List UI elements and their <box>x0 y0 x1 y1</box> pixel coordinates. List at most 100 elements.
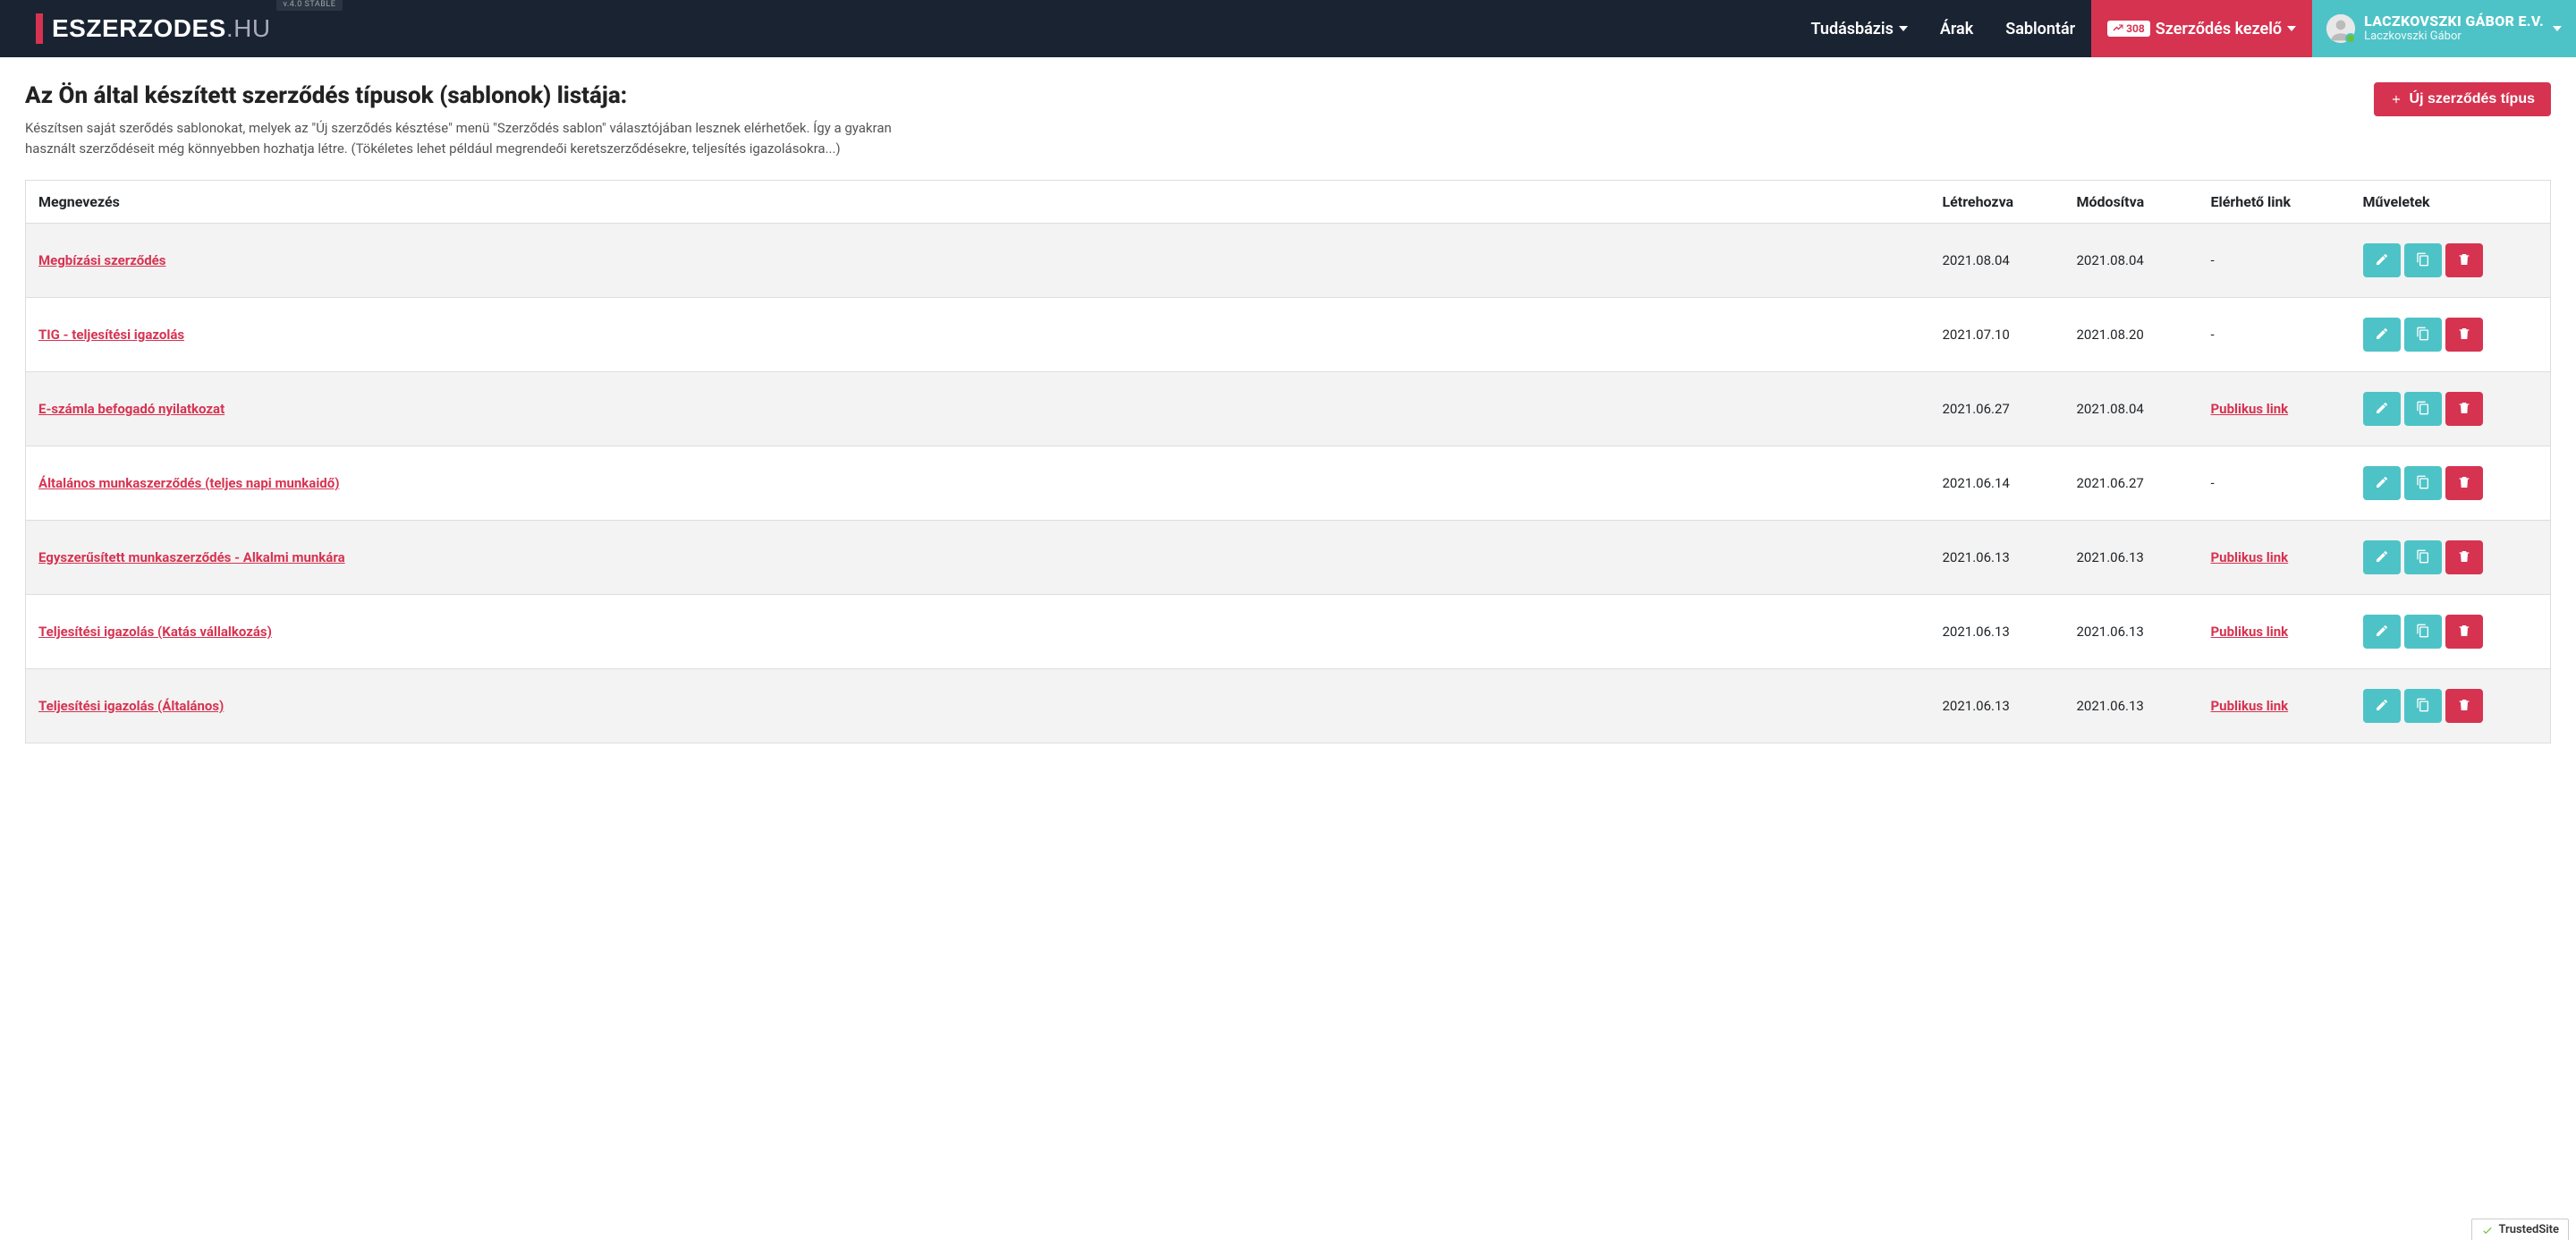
created-date: 2021.06.14 <box>1934 446 2068 521</box>
pencil-icon <box>2375 624 2389 641</box>
modified-date: 2021.08.04 <box>2068 372 2202 446</box>
contract-count-badge: 308 <box>2107 21 2150 37</box>
copy-button[interactable] <box>2404 615 2442 649</box>
template-name-link[interactable]: Teljesítési igazolás (Katás vállalkozás) <box>38 624 272 640</box>
modified-date: 2021.08.04 <box>2068 224 2202 298</box>
edit-button[interactable] <box>2363 466 2401 500</box>
edit-button[interactable] <box>2363 615 2401 649</box>
col-header-actions: Műveletek <box>2354 181 2551 224</box>
modified-date: 2021.08.20 <box>2068 298 2202 372</box>
edit-button[interactable] <box>2363 318 2401 352</box>
trash-icon <box>2457 624 2471 641</box>
chevron-down-icon <box>2553 26 2562 31</box>
nav-contract-manager[interactable]: 308 Szerződés kezelő <box>2091 0 2312 57</box>
trusted-label: TrustedSite <box>2498 1223 2559 1236</box>
edit-button[interactable] <box>2363 392 2401 426</box>
edit-button[interactable] <box>2363 540 2401 574</box>
col-header-link: Elérhető link <box>2202 181 2354 224</box>
chevron-down-icon <box>1899 26 1908 31</box>
col-header-modified: Módosítva <box>2068 181 2202 224</box>
logo-text: ESZERZODES.HU <box>52 14 271 43</box>
delete-button[interactable] <box>2445 466 2483 500</box>
trash-icon <box>2457 401 2471 418</box>
template-name-link[interactable]: Teljesítési igazolás (Általános) <box>38 698 224 714</box>
table-row: Egyszerűsített munkaszerződés - Alkalmi … <box>26 521 2551 595</box>
trusted-site-badge[interactable]: TrustedSite <box>2471 1219 2569 1240</box>
copy-icon <box>2416 252 2430 269</box>
template-name-link[interactable]: Általános munkaszerződés (teljes napi mu… <box>38 475 339 491</box>
trash-icon <box>2457 698 2471 715</box>
copy-icon <box>2416 624 2430 641</box>
template-name-link[interactable]: TIG - teljesítési igazolás <box>38 327 184 343</box>
new-contract-type-button[interactable]: Új szerződés típus <box>2374 82 2551 116</box>
nav-manager-label: Szerződés kezelő <box>2156 20 2282 38</box>
copy-button[interactable] <box>2404 392 2442 426</box>
delete-button[interactable] <box>2445 615 2483 649</box>
table-row: TIG - teljesítési igazolás 2021.07.10 20… <box>26 298 2551 372</box>
copy-button[interactable] <box>2404 243 2442 277</box>
page-title: Az Ön által készített szerződés típusok … <box>25 82 2352 109</box>
page-description: Készítsen saját szerődés sablonokat, mel… <box>25 118 937 158</box>
table-row: E-számla befogadó nyilatkozat 2021.06.27… <box>26 372 2551 446</box>
public-link[interactable]: Publikus link <box>2211 624 2289 640</box>
trash-icon <box>2457 549 2471 566</box>
table-row: Teljesítési igazolás (Katás vállalkozás)… <box>26 595 2551 669</box>
pencil-icon <box>2375 401 2389 418</box>
pencil-icon <box>2375 475 2389 492</box>
template-name-link[interactable]: Megbízási szerződés <box>38 252 165 268</box>
main-header: ESZERZODES.HU v.4.0 STABLE Tudásbázis Ár… <box>0 0 2576 57</box>
plus-icon <box>2390 93 2402 106</box>
online-status-dot <box>2345 33 2356 44</box>
trash-icon <box>2457 475 2471 492</box>
new-button-label: Új szerződés típus <box>2410 91 2535 107</box>
created-date: 2021.06.13 <box>1934 669 2068 743</box>
pencil-icon <box>2375 698 2389 715</box>
delete-button[interactable] <box>2445 689 2483 723</box>
copy-button[interactable] <box>2404 318 2442 352</box>
user-menu[interactable]: LACZKOVSZKI GÁBOR E.V. Laczkovszki Gábor <box>2312 0 2576 57</box>
modified-date: 2021.06.13 <box>2068 669 2202 743</box>
template-name-link[interactable]: E-számla befogadó nyilatkozat <box>38 401 225 417</box>
copy-button[interactable] <box>2404 689 2442 723</box>
created-date: 2021.06.13 <box>1934 595 2068 669</box>
delete-button[interactable] <box>2445 540 2483 574</box>
modified-date: 2021.06.13 <box>2068 521 2202 595</box>
modified-date: 2021.06.27 <box>2068 446 2202 521</box>
public-link[interactable]: Publikus link <box>2211 549 2289 565</box>
created-date: 2021.07.10 <box>1934 298 2068 372</box>
copy-icon <box>2416 401 2430 418</box>
copy-icon <box>2416 698 2430 715</box>
created-date: 2021.08.04 <box>1934 224 2068 298</box>
delete-button[interactable] <box>2445 318 2483 352</box>
public-link[interactable]: Publikus link <box>2211 401 2289 417</box>
copy-button[interactable] <box>2404 466 2442 500</box>
no-link: - <box>2211 252 2215 268</box>
table-row: Megbízási szerződés 2021.08.04 2021.08.0… <box>26 224 2551 298</box>
table-row: Általános munkaszerződés (teljes napi mu… <box>26 446 2551 521</box>
edit-button[interactable] <box>2363 689 2401 723</box>
main-content: Az Ön által készített szerződés típusok … <box>0 57 2576 743</box>
nav-prices-label: Árak <box>1940 20 1973 38</box>
nav-prices[interactable]: Árak <box>1924 0 1989 57</box>
logo-bar-icon <box>36 13 43 44</box>
no-link: - <box>2211 327 2215 343</box>
copy-button[interactable] <box>2404 540 2442 574</box>
copy-icon <box>2416 549 2430 566</box>
nav-templates[interactable]: Sablontár <box>1989 0 2091 57</box>
created-date: 2021.06.27 <box>1934 372 2068 446</box>
col-header-name: Megnevezés <box>26 181 1934 224</box>
created-date: 2021.06.13 <box>1934 521 2068 595</box>
user-subname: Laczkovszki Gábor <box>2364 30 2544 44</box>
delete-button[interactable] <box>2445 243 2483 277</box>
trash-icon <box>2457 327 2471 344</box>
copy-icon <box>2416 475 2430 492</box>
template-name-link[interactable]: Egyszerűsített munkaszerződés - Alkalmi … <box>38 549 345 565</box>
delete-button[interactable] <box>2445 392 2483 426</box>
checkmark-icon <box>2481 1224 2494 1236</box>
nav-knowledge[interactable]: Tudásbázis <box>1795 0 1924 57</box>
table-row: Teljesítési igazolás (Általános) 2021.06… <box>26 669 2551 743</box>
edit-button[interactable] <box>2363 243 2401 277</box>
public-link[interactable]: Publikus link <box>2211 698 2289 714</box>
templates-table: Megnevezés Létrehozva Módosítva Elérhető… <box>25 180 2551 743</box>
logo[interactable]: ESZERZODES.HU v.4.0 STABLE <box>0 13 343 44</box>
